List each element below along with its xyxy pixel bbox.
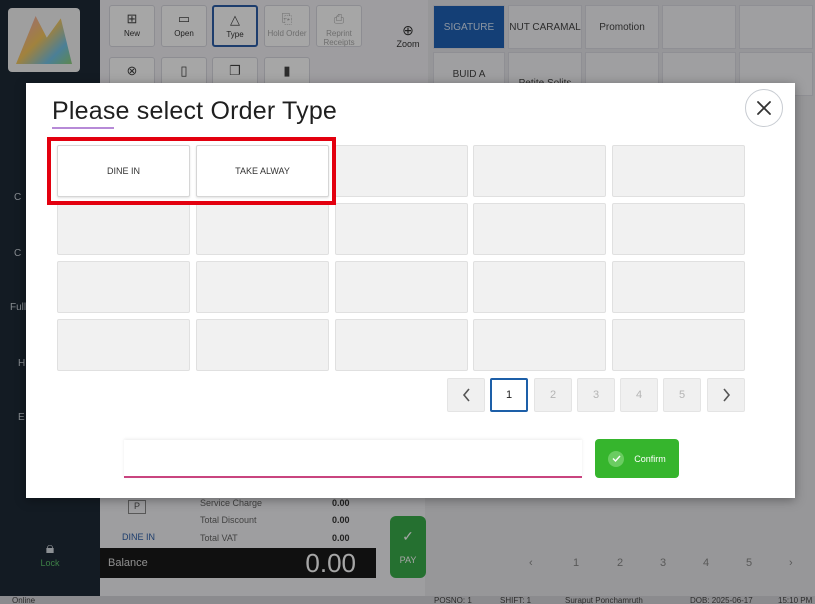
empty-slot [612, 145, 745, 197]
page-button-3[interactable]: 3 [577, 378, 615, 412]
close-icon [757, 101, 771, 115]
empty-slot [196, 319, 329, 371]
empty-slot [57, 319, 190, 371]
title-underline [52, 127, 114, 129]
dialog-title: Please select Order Type [52, 97, 338, 125]
empty-slot [196, 261, 329, 313]
order-type-dialog: Please select Order Type DINE IN TAKE AL… [26, 83, 795, 498]
empty-slot [57, 261, 190, 313]
empty-slot [335, 319, 468, 371]
confirm-button[interactable]: Confirm [595, 439, 679, 478]
empty-slot [335, 261, 468, 313]
chevron-right-icon [722, 388, 730, 402]
empty-slot [612, 203, 745, 255]
option-take-away[interactable]: TAKE ALWAY [196, 145, 329, 197]
prev-page-button[interactable] [447, 378, 485, 412]
confirm-label: Confirm [634, 453, 666, 464]
chevron-left-icon [462, 388, 470, 402]
close-button[interactable] [745, 89, 783, 127]
empty-slot [612, 319, 745, 371]
page-button-2[interactable]: 2 [534, 378, 572, 412]
empty-slot [335, 203, 468, 255]
order-type-input[interactable] [124, 440, 582, 478]
empty-slot [473, 261, 606, 313]
empty-slot [473, 319, 606, 371]
empty-slot [196, 203, 329, 255]
empty-slot [473, 145, 606, 197]
option-dine-in[interactable]: DINE IN [57, 145, 190, 197]
page-button-1[interactable]: 1 [490, 378, 528, 412]
page-button-5[interactable]: 5 [663, 378, 701, 412]
page-button-4[interactable]: 4 [620, 378, 658, 412]
empty-slot [612, 261, 745, 313]
empty-slot [335, 145, 468, 197]
check-circle-icon [608, 450, 625, 467]
next-page-button[interactable] [707, 378, 745, 412]
empty-slot [57, 203, 190, 255]
empty-slot [473, 203, 606, 255]
